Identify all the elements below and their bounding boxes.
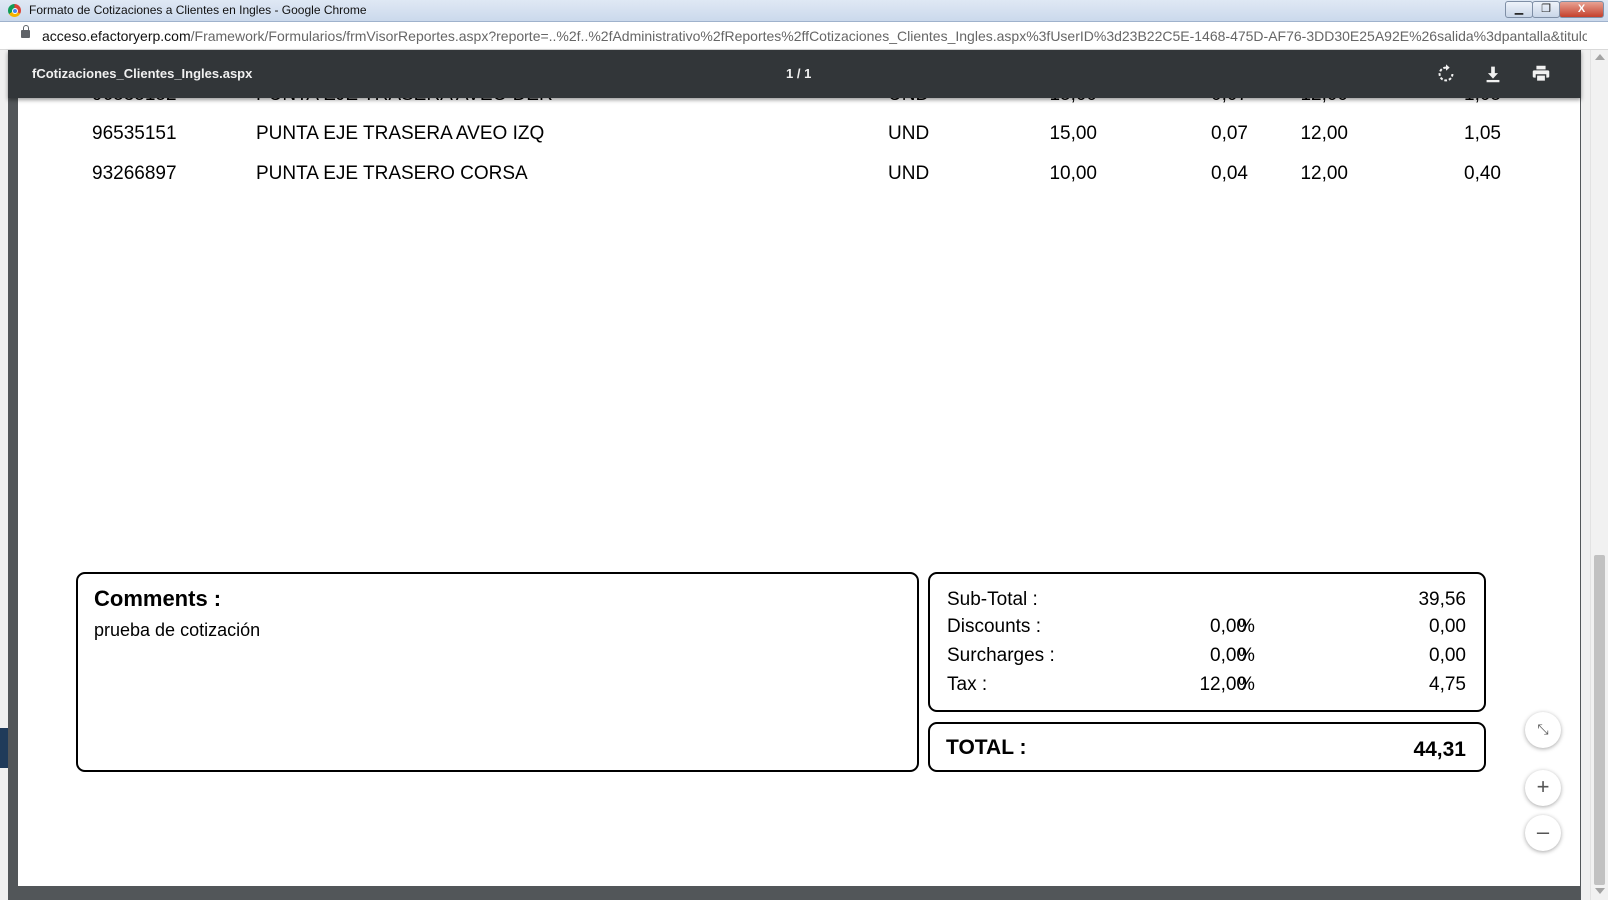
table-row: 96535151 PUNTA EJE TRASERA AVEO IZQ UND … <box>18 123 1580 153</box>
item-tax: 12,00 <box>1300 123 1348 144</box>
item-code: 96535151 <box>92 123 177 144</box>
item-amount: 0,40 <box>1464 163 1501 184</box>
scroll-down-arrow-icon[interactable] <box>1595 888 1605 894</box>
total-box: TOTAL : 44,31 <box>928 722 1486 772</box>
item-quantity: 10,00 <box>1049 163 1097 184</box>
item-quantity: 15,00 <box>1049 123 1097 144</box>
url-path: /Framework/Formularios/frmVisorReportes.… <box>190 28 1587 44</box>
vertical-scrollbar[interactable] <box>1590 50 1608 900</box>
item-description: PUNTA EJE TRASERA AVEO IZQ <box>256 123 545 144</box>
tax-label: Tax : <box>947 674 988 695</box>
percent-sign: % <box>1238 616 1255 637</box>
item-tax: 12,00 <box>1300 163 1348 184</box>
background-window-edge <box>0 728 8 768</box>
item-unit: UND <box>888 163 930 184</box>
item-quantity: 15,00 <box>1049 98 1097 106</box>
zoom-out-button[interactable]: – <box>1525 815 1561 851</box>
percent-sign: % <box>1238 645 1255 666</box>
item-unit: UND <box>888 98 929 106</box>
percent-sign: % <box>1238 674 1255 695</box>
surcharges-row: Surcharges : 0,00 % 0,00 <box>930 645 1484 673</box>
total-value: 44,31 <box>1413 738 1466 761</box>
address-bar[interactable]: acceso.efactoryerp.com/Framework/Formula… <box>0 22 1608 50</box>
item-description: PUNTA EJE TRASERO CORSA <box>256 163 528 184</box>
item-description: PUNTA EJE TRASERA AVEO DER <box>256 98 553 106</box>
discounts-value: 0,00 <box>1429 616 1466 637</box>
window-title-bar: Formato de Cotizaciones a Clientes en In… <box>0 0 1608 22</box>
page-indicator: 1 / 1 <box>786 66 812 81</box>
summary-box: Sub-Total : 39,56 Discounts : 0,00 % 0,0… <box>928 572 1486 712</box>
item-unit: UND <box>888 123 930 144</box>
surcharges-value: 0,00 <box>1429 645 1466 666</box>
item-amount: 1,05 <box>1464 98 1501 106</box>
total-label: TOTAL : <box>946 736 1027 759</box>
close-window-button[interactable]: X <box>1559 1 1604 18</box>
comments-label: Comments : <box>94 586 222 611</box>
item-code: 93266897 <box>92 163 177 184</box>
item-tax: 12,00 <box>1300 98 1348 106</box>
scrollbar-thumb[interactable] <box>1594 555 1605 885</box>
item-discount: 0,04 <box>1211 163 1248 184</box>
window-title: Formato de Cotizaciones a Clientes en In… <box>29 3 367 17</box>
rotate-icon[interactable] <box>1435 63 1457 85</box>
maximize-button[interactable]: ❐ <box>1532 1 1560 18</box>
table-row: 93266897 PUNTA EJE TRASERO CORSA UND 10,… <box>18 163 1580 193</box>
discounts-label: Discounts : <box>947 616 1041 637</box>
fit-to-page-button[interactable]: ⤡ <box>1525 712 1561 748</box>
url-text[interactable]: acceso.efactoryerp.com/Framework/Formula… <box>42 28 1587 44</box>
print-icon[interactable] <box>1530 63 1552 85</box>
comments-text: prueba de cotización <box>94 620 261 640</box>
comments-box: Comments : prueba de cotización <box>76 572 919 772</box>
discounts-row: Discounts : 0,00 % 0,00 <box>930 616 1484 644</box>
subtotal-row: Sub-Total : 39,56 <box>930 589 1484 617</box>
item-amount: 1,05 <box>1464 123 1501 144</box>
pdf-page: 96535152 PUNTA EJE TRASERA AVEO DER UND … <box>18 98 1580 886</box>
pdf-viewer-toolbar: fCotizaciones_Clientes_Ingles.aspx 1 / 1 <box>8 50 1581 98</box>
table-row: 96535152 PUNTA EJE TRASERA AVEO DER UND … <box>18 98 1580 114</box>
url-host: acceso.efactoryerp.com <box>42 28 191 44</box>
download-icon[interactable] <box>1482 63 1504 85</box>
document-title: fCotizaciones_Clientes_Ingles.aspx <box>32 66 253 81</box>
item-discount: 0,07 <box>1211 123 1248 144</box>
subtotal-value: 39,56 <box>1418 589 1466 610</box>
subtotal-label: Sub-Total : <box>947 589 1038 610</box>
item-code: 96535152 <box>92 98 177 106</box>
scroll-up-arrow-icon[interactable] <box>1595 54 1605 60</box>
zoom-in-button[interactable]: + <box>1525 770 1561 806</box>
chrome-icon <box>8 4 21 17</box>
tax-value: 4,75 <box>1429 674 1466 695</box>
lock-icon[interactable] <box>21 25 30 38</box>
minimize-button[interactable]: ▁ <box>1505 1 1533 18</box>
tax-row: Tax : 12,00 % 4,75 <box>930 674 1484 702</box>
surcharges-label: Surcharges : <box>947 645 1055 666</box>
item-discount: 0,07 <box>1211 98 1248 106</box>
